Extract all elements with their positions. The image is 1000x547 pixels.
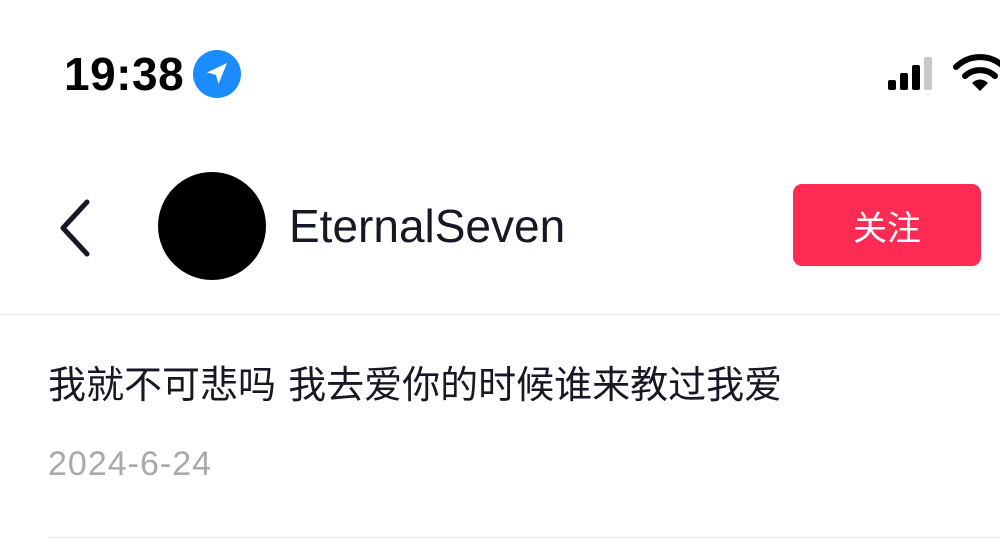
cellular-signal-icon xyxy=(888,57,932,90)
location-arrow-icon xyxy=(193,50,241,98)
screen: 19:38 EternalSeven 关注 我就不可悲吗 我去爱你的时候谁来教过… xyxy=(0,0,1000,547)
wifi-icon xyxy=(953,54,1000,91)
status-time: 19:38 xyxy=(64,48,185,100)
post-date: 2024-6-24 xyxy=(48,445,213,483)
username[interactable]: EternalSeven xyxy=(289,196,565,256)
avatar[interactable] xyxy=(158,172,266,280)
status-bar: 19:38 xyxy=(0,0,1000,140)
back-button[interactable] xyxy=(40,188,110,268)
profile-header: EternalSeven 关注 xyxy=(0,140,1000,315)
post-text: 我就不可悲吗 我去爱你的时候谁来教过我爱 xyxy=(48,363,783,407)
divider xyxy=(48,537,1000,538)
follow-button[interactable]: 关注 xyxy=(793,184,981,266)
chevron-left-icon xyxy=(60,199,90,257)
post-item: 我就不可悲吗 我去爱你的时候谁来教过我爱 2024-6-24 xyxy=(0,315,1000,540)
